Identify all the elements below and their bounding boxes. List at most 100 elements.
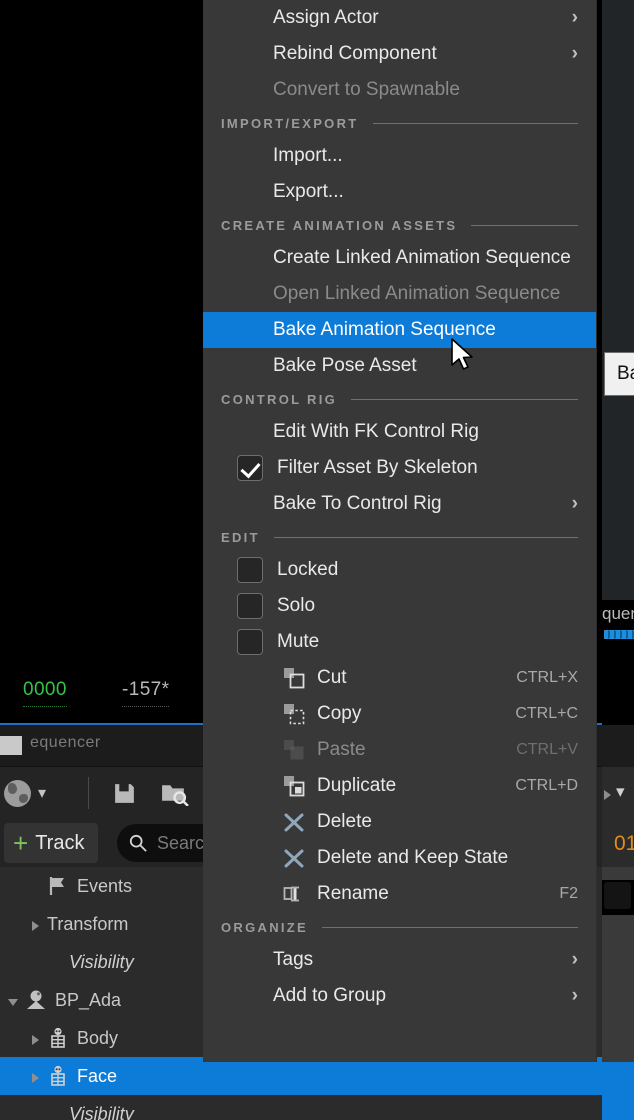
- folder-search-icon[interactable]: [160, 781, 189, 806]
- expander-collapsed-icon[interactable]: [28, 1031, 42, 1045]
- add-track-button[interactable]: + Track: [4, 823, 99, 863]
- menu-item-label: Create Linked Animation Sequence: [273, 247, 571, 268]
- menu-item-bake-to-control-rig[interactable]: Bake To Control Rig ›: [203, 486, 596, 522]
- chevron-down-icon[interactable]: ▾: [616, 782, 625, 802]
- menu-item-bake-animation-sequence[interactable]: Bake Animation Sequence: [203, 312, 596, 348]
- end-frame-field[interactable]: -157*: [122, 679, 170, 707]
- context-menu[interactable]: Assign Actor › Rebind Component › Convert to…: [203, 0, 597, 1062]
- frame-number-fragment: 01: [614, 832, 634, 855]
- chevron-down-icon[interactable]: ▾: [38, 783, 46, 803]
- menu-item-label: Bake Pose Asset: [273, 355, 417, 376]
- menu-item-shortcut: F2: [559, 885, 578, 902]
- menu-item-open-linked-animation-sequence: Open Linked Animation Sequence: [203, 276, 596, 312]
- menu-item-convert-to-spawnable: Convert to Spawnable: [203, 72, 596, 108]
- rename-icon: [283, 883, 305, 905]
- menu-item-label: Rebind Component: [273, 43, 437, 64]
- menu-section-header: EDIT: [203, 522, 596, 552]
- menu-item-edit-with-fk-control-rig[interactable]: Edit With FK Control Rig: [203, 414, 596, 450]
- menu-item-duplicate[interactable]: Duplicate CTRL+D: [203, 768, 596, 804]
- menu-item-locked[interactable]: Locked: [203, 552, 596, 588]
- menu-item-rebind-component[interactable]: Rebind Component ›: [203, 36, 596, 72]
- tree-item-face[interactable]: Face: [0, 1057, 602, 1095]
- chevron-right-icon: ›: [571, 949, 578, 970]
- end-frame-value: -157*: [122, 679, 170, 700]
- checkbox-checked[interactable]: [237, 455, 263, 481]
- menu-item-label: Mute: [277, 631, 320, 652]
- checkbox[interactable]: [237, 557, 263, 583]
- keyframe-box[interactable]: [604, 882, 631, 909]
- expander-none-icon: [28, 879, 42, 893]
- sequence-label-fragment: quence: [602, 604, 634, 623]
- menu-item-label: Add to Group: [273, 985, 387, 1006]
- menu-item-import[interactable]: Import...: [203, 138, 596, 174]
- menu-section-header: CONTROL RIG: [203, 384, 596, 414]
- menu-item-filter-asset-by-skeleton[interactable]: Filter Asset By Skeleton: [203, 450, 596, 486]
- menu-section-header: CREATE ANIMATION ASSETS: [203, 210, 596, 240]
- menu-section-label: IMPORT/EXPORT: [221, 115, 359, 131]
- tooltip-text: Ba: [617, 363, 634, 384]
- menu-item-assign-actor[interactable]: Assign Actor ›: [203, 0, 596, 36]
- menu-item-add-to-group[interactable]: Add to Group ›: [203, 978, 596, 1014]
- selection-marker: [604, 630, 634, 639]
- right-strip-gray-top: [602, 867, 634, 880]
- menu-item-label: Filter Asset By Skeleton: [277, 457, 478, 478]
- menu-item-label: Edit With FK Control Rig: [273, 421, 479, 442]
- menu-item-rename[interactable]: Rename F2: [203, 876, 596, 912]
- duplicate-icon: [283, 775, 305, 797]
- flag-icon: [47, 875, 69, 897]
- menu-section-label: ORGANIZE: [221, 919, 309, 935]
- menu-item-label: Rename: [317, 883, 389, 904]
- globe-icon[interactable]: [4, 780, 31, 807]
- menu-item-label: Bake To Control Rig: [273, 493, 442, 514]
- expander-expanded-icon[interactable]: [6, 993, 20, 1007]
- checkbox[interactable]: [237, 629, 263, 655]
- menu-item-delete-and-keep-state[interactable]: Delete and Keep State: [203, 840, 596, 876]
- menu-item-shortcut: CTRL+V: [516, 741, 578, 758]
- menu-item-label: Export...: [273, 181, 344, 202]
- menu-item-label: Convert to Spawnable: [273, 79, 460, 100]
- menu-item-label: Tags: [273, 949, 314, 970]
- menu-item-label: Locked: [277, 559, 339, 580]
- right-strip-gray: [602, 915, 634, 1062]
- right-strip-selected-row: [602, 1062, 634, 1120]
- add-track-label: Track: [35, 831, 85, 854]
- current-frame-underline: [23, 706, 67, 707]
- menu-item-shortcut: CTRL+D: [515, 777, 578, 794]
- menu-item-label: Delete and Keep State: [317, 847, 509, 868]
- search-placeholder: Searc: [157, 832, 205, 853]
- expander-none-icon: [50, 1107, 64, 1120]
- tree-item-label: Visibility: [69, 951, 134, 972]
- triangle-right-icon[interactable]: [604, 790, 611, 800]
- current-frame-field[interactable]: 0000: [23, 679, 67, 707]
- menu-item-mute[interactable]: Mute: [203, 624, 596, 660]
- menu-item-copy[interactable]: Copy CTRL+C: [203, 696, 596, 732]
- plus-icon: +: [13, 828, 29, 858]
- expander-collapsed-icon[interactable]: [28, 1069, 42, 1083]
- menu-item-tags[interactable]: Tags ›: [203, 942, 596, 978]
- menu-item-export[interactable]: Export...: [203, 174, 596, 210]
- menu-item-solo[interactable]: Solo: [203, 588, 596, 624]
- right-strip-tabstrip: [602, 725, 634, 767]
- chevron-right-icon: ›: [571, 493, 578, 514]
- cut-icon: [283, 667, 305, 689]
- skeleton-icon: [47, 1065, 69, 1087]
- tree-item-label: Visibility: [69, 1103, 134, 1120]
- save-icon[interactable]: [112, 781, 137, 806]
- menu-item-shortcut: CTRL+C: [515, 705, 578, 722]
- menu-item-delete[interactable]: Delete: [203, 804, 596, 840]
- tooltip: Ba: [604, 352, 634, 396]
- expander-collapsed-icon[interactable]: [28, 917, 42, 931]
- menu-item-bake-pose-asset[interactable]: Bake Pose Asset: [203, 348, 596, 384]
- tree-item-visibility[interactable]: Visibility: [0, 1095, 602, 1120]
- menu-item-label: Assign Actor: [273, 7, 379, 28]
- menu-item-cut[interactable]: Cut CTRL+X: [203, 660, 596, 696]
- menu-item-label: Solo: [277, 595, 316, 616]
- tab-label[interactable]: equencer: [30, 734, 101, 752]
- paste-icon: [283, 739, 305, 761]
- menu-item-create-linked-animation-sequence[interactable]: Create Linked Animation Sequence: [203, 240, 596, 276]
- checkbox[interactable]: [237, 593, 263, 619]
- chevron-right-icon: ›: [571, 985, 578, 1006]
- tree-item-label: BP_Ada: [55, 989, 122, 1010]
- menu-section-label: EDIT: [221, 529, 260, 545]
- menu-item-label: Open Linked Animation Sequence: [273, 283, 561, 304]
